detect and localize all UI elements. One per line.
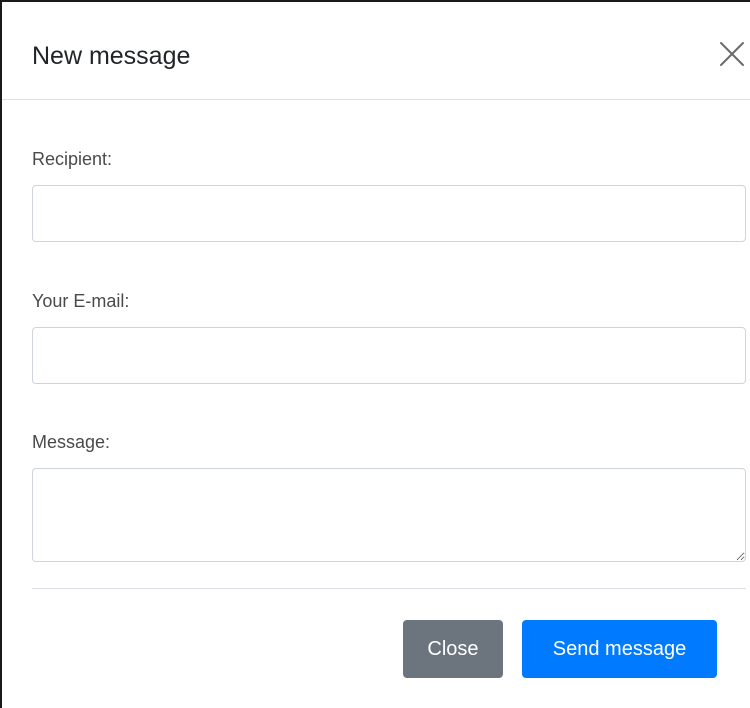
modal-title: New message: [32, 42, 191, 70]
message-textarea[interactable]: [32, 468, 746, 562]
email-label: Your E-mail:: [32, 291, 130, 311]
recipient-input[interactable]: [32, 185, 746, 242]
send-message-button[interactable]: Send message: [522, 620, 717, 678]
email-input[interactable]: [32, 327, 746, 384]
close-button[interactable]: Close: [403, 620, 503, 678]
footer-divider: [32, 588, 746, 589]
close-x-icon[interactable]: [716, 38, 748, 70]
recipient-label: Recipient:: [32, 149, 113, 169]
message-label: Message:: [32, 432, 111, 452]
modal-header: New message: [2, 2, 750, 100]
new-message-modal: New message Recipient: Your E-mail: Mess…: [0, 0, 750, 708]
